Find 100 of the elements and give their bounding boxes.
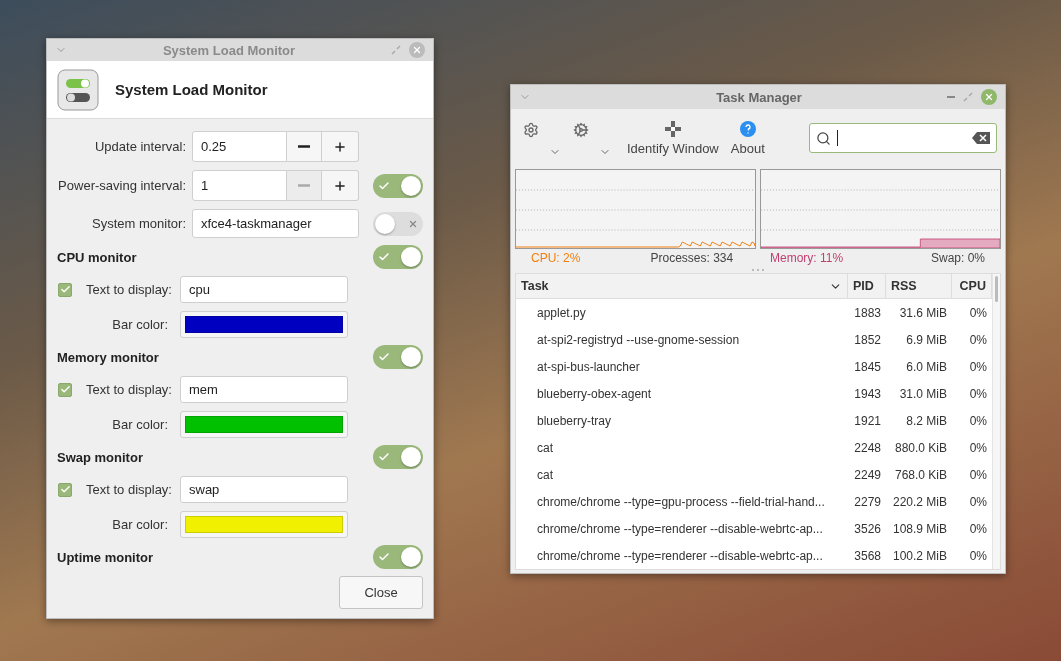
- process-count-label: Processes: 334: [649, 251, 735, 267]
- field-label: Power-saving interval:: [57, 178, 187, 193]
- table-cell-text: 0%: [968, 467, 988, 482]
- check-icon: [378, 351, 390, 363]
- toggle-switch[interactable]: [373, 245, 423, 269]
- field-label: Text to display:: [86, 382, 173, 397]
- check-icon: [378, 451, 390, 463]
- crosshair-icon: [664, 120, 681, 137]
- scrollbar[interactable]: [992, 274, 1000, 569]
- close-icon[interactable]: [409, 42, 425, 58]
- table-cell-text: 0%: [968, 548, 988, 563]
- section-title: Memory monitor: [57, 349, 159, 365]
- input-field[interactable]: xfce4-taskmanager: [192, 209, 359, 238]
- number-field[interactable]: 0.25: [192, 131, 287, 162]
- column-header[interactable]: PID: [848, 274, 886, 298]
- field-label: Bar color:: [111, 317, 169, 332]
- decrement-button[interactable]: [287, 131, 322, 162]
- table-cell-text: 108.9 MiB: [891, 521, 948, 536]
- toggle-switch[interactable]: [373, 345, 423, 369]
- memory-usage-label: Memory: 11%: [769, 251, 845, 267]
- column-header[interactable]: Task: [516, 274, 848, 298]
- color-picker-button[interactable]: [180, 411, 348, 438]
- check-icon: [378, 179, 390, 192]
- search-icon: [816, 130, 831, 146]
- table-cell-text: 3568: [853, 548, 882, 563]
- table-cell-text: 2249: [853, 467, 882, 482]
- pane-resize-handle[interactable]: [751, 268, 765, 272]
- close-icon[interactable]: [981, 89, 997, 105]
- table-cell-text: 6.9 MiB: [905, 332, 948, 347]
- table-cell-text: 1921: [853, 413, 882, 428]
- table-cell-text: 0%: [968, 359, 988, 374]
- minus-icon: [298, 184, 310, 187]
- clear-icon[interactable]: [972, 132, 990, 144]
- toggle-switch[interactable]: [373, 445, 423, 469]
- increment-button[interactable]: [322, 170, 359, 201]
- table-cell-text: 0%: [968, 386, 988, 401]
- toggle-switch[interactable]: [373, 211, 423, 236]
- swap-usage-label: Swap: 0%: [929, 251, 986, 267]
- color-picker-button[interactable]: [180, 511, 348, 538]
- gears-icon: [573, 122, 589, 138]
- table-cell-text: applet.py: [536, 305, 587, 320]
- color-picker-button[interactable]: [180, 311, 348, 338]
- toggle-switches-icon: [57, 68, 99, 111]
- check-icon: [378, 551, 390, 563]
- check-icon: [378, 251, 390, 263]
- table-cell-text: at-spi2-registryd --use-gnome-session: [536, 332, 741, 347]
- toggle-switch[interactable]: [373, 545, 423, 569]
- table-cell-text: 1943: [853, 386, 882, 401]
- dialog-heading: System Load Monitor: [115, 81, 268, 98]
- restore-icon[interactable]: [963, 92, 973, 102]
- table-cell-text: blueberry-obex-agent: [536, 386, 653, 401]
- table-cell-text: 31.6 MiB: [898, 305, 948, 320]
- table-cell-text: 6.0 MiB: [905, 359, 948, 374]
- table-cell-text: 3526: [853, 521, 882, 536]
- table-cell-text: blueberry-tray: [536, 413, 613, 428]
- field-label: Text to display:: [86, 282, 173, 297]
- field-label: Bar color:: [111, 417, 169, 432]
- input-field[interactable]: cpu: [180, 276, 348, 303]
- toolbar-button[interactable]: About: [726, 120, 769, 156]
- field-label: System monitor:: [91, 216, 187, 231]
- table-cell-text: 768.0 KiB: [893, 467, 948, 482]
- increment-button[interactable]: [322, 131, 359, 162]
- window-title: Task Manager: [715, 89, 803, 105]
- settings-icon: [523, 122, 539, 138]
- table-cell-text: 880.0 KiB: [893, 440, 948, 455]
- table-cell-text: 220.2 MiB: [891, 494, 948, 509]
- cpu-usage-label: CPU: 2%: [530, 251, 582, 267]
- section-title: Swap monitor: [57, 449, 143, 465]
- minus-icon: [298, 145, 310, 148]
- table-cell-text: cat: [536, 440, 554, 455]
- checkbox[interactable]: [58, 482, 72, 497]
- table-cell-text: cat: [536, 467, 554, 482]
- column-header[interactable]: RSS: [886, 274, 952, 298]
- search-field[interactable]: [809, 123, 997, 153]
- checkbox[interactable]: [58, 382, 72, 397]
- field-label: Text to display:: [86, 482, 173, 497]
- plus-icon: [333, 139, 347, 154]
- toolbar-button[interactable]: Identify Window: [623, 120, 723, 156]
- restore-icon[interactable]: [391, 45, 401, 55]
- close-button[interactable]: Close: [339, 576, 423, 609]
- table-cell-text: chrome/chrome --type=renderer --disable-webrtc-ap...: [536, 521, 824, 536]
- input-field[interactable]: swap: [180, 476, 348, 503]
- cross-icon: [408, 218, 418, 229]
- section-title: CPU monitor: [57, 249, 137, 265]
- input-field[interactable]: mem: [180, 376, 348, 403]
- toggle-switch[interactable]: [373, 173, 423, 198]
- table-cell-text: at-spi-bus-launcher: [536, 359, 641, 374]
- table-cell-text: 2248: [853, 440, 882, 455]
- help-icon: [739, 120, 756, 137]
- table-cell-text: 1852: [853, 332, 882, 347]
- table-cell-text: 0%: [968, 413, 988, 428]
- checkbox[interactable]: [58, 282, 72, 297]
- table-cell-text: 0%: [968, 494, 988, 509]
- window-title: System Load Monitor: [161, 42, 297, 58]
- table-cell-text: 1845: [853, 359, 882, 374]
- table-cell-text: 100.2 MiB: [891, 548, 948, 563]
- plus-icon: [333, 178, 347, 193]
- field-label: Update interval:: [93, 139, 187, 154]
- number-field[interactable]: 1: [192, 170, 287, 201]
- field-label: Bar color:: [111, 517, 169, 532]
